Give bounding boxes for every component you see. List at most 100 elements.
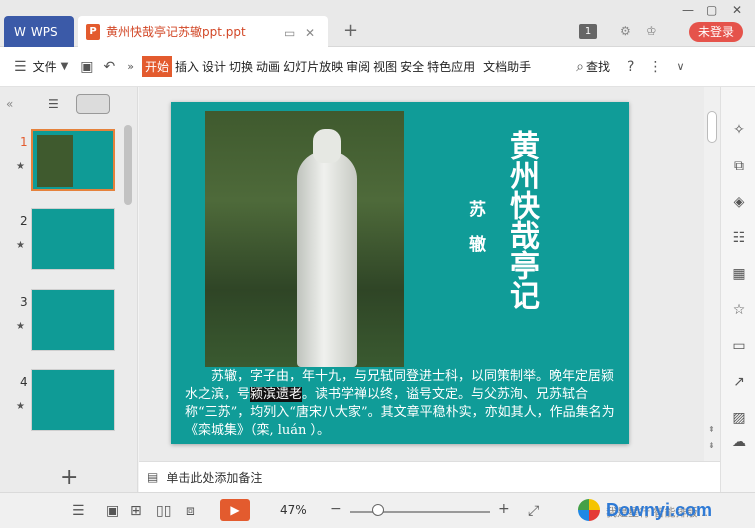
zoom-slider-track[interactable] bbox=[350, 511, 490, 513]
menu-item-assistant[interactable]: 文档助手 bbox=[483, 58, 531, 75]
add-slide-button[interactable]: + bbox=[60, 465, 78, 490]
slide-title[interactable]: 黄州快哉亭记 bbox=[504, 130, 539, 310]
hamburger-icon[interactable]: ☰ bbox=[14, 59, 27, 75]
scrollbar-thumb[interactable] bbox=[707, 111, 717, 143]
wps-logo-icon: W bbox=[14, 24, 26, 39]
more-arrow-icon[interactable]: » bbox=[127, 60, 134, 73]
undo-icon[interactable]: ↶ bbox=[104, 59, 116, 75]
cloud-icon[interactable]: ☁ bbox=[730, 433, 748, 451]
thumbnail-number: 3 bbox=[20, 295, 28, 309]
zoom-in-icon[interactable]: + bbox=[498, 501, 510, 517]
thumbnail-number: 4 bbox=[20, 375, 28, 389]
menu-item-view[interactable]: 视图 bbox=[373, 58, 397, 75]
magic-icon[interactable]: ✧ bbox=[730, 121, 748, 139]
share-icon[interactable]: ↗ bbox=[730, 373, 748, 391]
ppt-file-icon: P bbox=[86, 23, 100, 40]
close-tab-icon[interactable]: ✕ bbox=[305, 26, 315, 40]
new-tab-button[interactable]: + bbox=[343, 20, 358, 41]
save-icon[interactable]: ▣ bbox=[80, 59, 93, 75]
star-icon: ★ bbox=[16, 401, 25, 412]
maximize-icon[interactable]: ▢ bbox=[706, 3, 717, 17]
more-icon[interactable]: ⋮ bbox=[648, 59, 662, 75]
notes-bar[interactable]: ▤ 单击此处添加备注 bbox=[139, 461, 720, 492]
image-icon[interactable]: ▨ bbox=[730, 409, 748, 427]
comment-icon[interactable]: ▭ bbox=[730, 337, 748, 355]
statue-body bbox=[297, 151, 357, 367]
slide-author[interactable]: 苏辙 bbox=[463, 200, 488, 270]
slide-thumbnail-panel: « ☰ 1 ★ 2 ★ 3 ★ 4 ★ + bbox=[0, 87, 138, 492]
skin-icon[interactable]: ⚙ bbox=[620, 24, 631, 38]
watermark: Downyi.com bbox=[578, 499, 712, 521]
help-icon[interactable]: ? bbox=[627, 59, 634, 75]
panel-toolbar: « ☰ bbox=[0, 87, 138, 123]
reading-view-icon[interactable]: ▯▯ bbox=[156, 503, 171, 519]
menu-item-features[interactable]: 特色应用 bbox=[427, 58, 475, 75]
star-outline-icon[interactable]: ☆ bbox=[730, 301, 748, 319]
normal-view-icon[interactable]: ▣ bbox=[106, 503, 119, 519]
zoom-slider-knob[interactable] bbox=[372, 504, 384, 516]
thumbnail-item[interactable]: 1 ★ bbox=[0, 129, 122, 193]
collapse-ribbon-icon[interactable]: ∨ bbox=[676, 60, 684, 73]
star-icon: ★ bbox=[16, 161, 25, 172]
watermark-text: Downyi.com bbox=[606, 499, 713, 520]
menu-bar: ☰ 文件 ▼ ▣ ↶ » 开始 插入 设计 切换 动画 幻灯片放映 审阅 视图 … bbox=[0, 47, 755, 87]
minimize-icon[interactable]: — bbox=[682, 3, 694, 17]
thumbnail-item[interactable]: 3 ★ bbox=[0, 289, 122, 353]
thumbnail-scrollbar[interactable] bbox=[124, 125, 132, 205]
wps-tab-label: WPS bbox=[30, 24, 58, 39]
shapes-icon[interactable]: ◈ bbox=[730, 193, 748, 211]
copy-icon[interactable]: ⧉ bbox=[730, 157, 748, 175]
pin-tab-icon[interactable]: ▭ bbox=[284, 26, 295, 40]
search-label[interactable]: 查找 bbox=[586, 58, 610, 75]
file-menu[interactable]: 文件 bbox=[33, 58, 57, 75]
menu-item-start[interactable]: 开始 bbox=[141, 56, 172, 77]
outline-view-icon[interactable]: ☰ bbox=[48, 97, 59, 111]
statue-photo[interactable] bbox=[205, 111, 404, 367]
canvas-scrollbar[interactable]: ⇞ ⇟ bbox=[704, 87, 720, 461]
page-down-icon[interactable]: ⇟ bbox=[708, 441, 715, 450]
slide-body-text[interactable]: 苏辙，字子由，年十九，与兄轼同登进士科，以同策制举。晚年定居颍水之滨，号颍滨遗老… bbox=[185, 368, 617, 440]
thumbnail-number: 1 bbox=[20, 135, 28, 149]
zoom-out-icon[interactable]: − bbox=[330, 501, 342, 517]
zoom-level[interactable]: 47% bbox=[280, 503, 307, 517]
menu-item-animation[interactable]: 动画 bbox=[256, 58, 280, 75]
chevron-down-icon[interactable]: ▼ bbox=[61, 61, 69, 72]
wps-home-tab[interactable]: W WPS bbox=[4, 16, 74, 47]
thumbnail-item[interactable]: 2 ★ bbox=[0, 208, 122, 272]
thumbnail-image[interactable] bbox=[31, 369, 115, 431]
play-slideshow-button[interactable]: ▶ bbox=[220, 499, 250, 521]
search-icon[interactable]: ⌕ bbox=[576, 59, 584, 75]
window-count-badge[interactable]: 1 bbox=[579, 24, 597, 39]
sorter-view-icon[interactable]: ⊞ bbox=[130, 503, 142, 519]
settings-sliders-icon[interactable]: ☷ bbox=[730, 229, 748, 247]
menu-lines-icon[interactable]: ☰ bbox=[72, 503, 85, 519]
notes-placeholder[interactable]: 单击此处添加备注 bbox=[166, 469, 262, 486]
menu-item-security[interactable]: 安全 bbox=[400, 58, 424, 75]
thumbnail-view-icon[interactable] bbox=[76, 94, 110, 114]
menu-item-slideshow[interactable]: 幻灯片放映 bbox=[283, 58, 343, 75]
thumbnail-image[interactable] bbox=[31, 208, 115, 270]
shirt-icon[interactable]: ♔ bbox=[646, 24, 657, 38]
thumbnail-image[interactable] bbox=[31, 289, 115, 351]
thumbnail-item[interactable]: 4 ★ bbox=[0, 369, 122, 433]
menu-item-design[interactable]: 设计 bbox=[202, 58, 226, 75]
collapse-panel-icon[interactable]: « bbox=[6, 97, 13, 111]
login-button[interactable]: 未登录 bbox=[689, 22, 743, 42]
menu-item-insert[interactable]: 插入 bbox=[175, 58, 199, 75]
close-window-icon[interactable]: ✕ bbox=[732, 3, 742, 17]
slide-canvas: 黄州快哉亭记 苏辙 苏辙，字子由，年十九，与兄轼同登进士科，以同策制举。晚年定居… bbox=[139, 87, 704, 461]
gallery-icon[interactable]: ▦ bbox=[730, 265, 748, 283]
current-slide[interactable]: 黄州快哉亭记 苏辙 苏辙，字子由，年十九，与兄轼同登进士科，以同策制举。晚年定居… bbox=[171, 102, 629, 444]
title-bar: W WPS P 黄州快哉亭记苏辙ppt.ppt ▭ ✕ + 1 ⚙ ♔ — ▢ … bbox=[0, 0, 755, 47]
side-tools-panel: ✧ ⧉ ◈ ☷ ▦ ☆ ▭ ↗ ▨ ☁ bbox=[720, 87, 755, 492]
thumbnail-image[interactable] bbox=[31, 129, 115, 191]
page-up-icon[interactable]: ⇞ bbox=[708, 425, 715, 434]
fit-window-icon[interactable]: ⤢ bbox=[528, 503, 539, 519]
menu-item-transition[interactable]: 切换 bbox=[229, 58, 253, 75]
thumb-photo bbox=[37, 135, 73, 187]
body-text-highlight: 颍滨遗老 bbox=[250, 387, 303, 402]
menu-item-review[interactable]: 审阅 bbox=[346, 58, 370, 75]
star-icon: ★ bbox=[16, 321, 25, 332]
statue-head bbox=[313, 129, 341, 163]
presenter-icon[interactable]: ⧈ bbox=[186, 503, 195, 519]
